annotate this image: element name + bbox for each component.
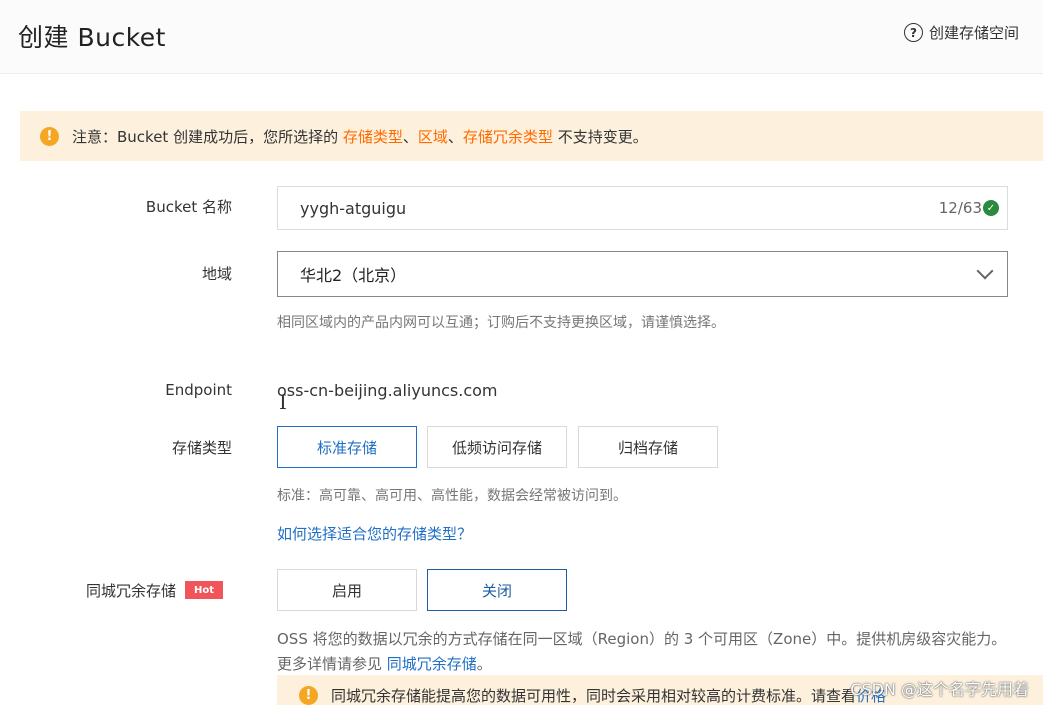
bucket-name-input[interactable]: yygh-atguigu 12/63 ✓: [277, 186, 1008, 230]
redundancy-option-disable[interactable]: 关闭: [427, 569, 567, 611]
immutable-settings-notice: ! 注意：Bucket 创建成功后，您所选择的 存储类型、区域、存储冗余类型 不…: [20, 111, 1043, 161]
storage-option-standard[interactable]: 标准存储: [277, 426, 417, 468]
bucket-name-label: Bucket 名称: [145, 198, 232, 216]
region-select-value: 华北2（北京）: [300, 266, 407, 285]
storage-class-help-link[interactable]: 如何选择适合您的存储类型？: [277, 523, 472, 544]
csdn-watermark: CSDN @这个名字先用着: [850, 680, 1029, 699]
create-bucket-help-link[interactable]: ? 创建存储空间: [903, 22, 1019, 43]
page-header: 创建 Bucket ? 创建存储空间: [0, 0, 1043, 74]
redundancy-description: OSS 将您的数据以冗余的方式存储在同一区域（Region）的 3 个可用区（Z…: [277, 630, 1007, 673]
text-cursor-icon: I: [279, 390, 287, 414]
redundancy-option-enable[interactable]: 启用: [277, 569, 417, 611]
storage-class-hint: 标准：高可靠、高可用、高性能，数据会经常被访问到。: [277, 488, 627, 504]
storage-option-ia[interactable]: 低频访问存储: [427, 426, 567, 468]
hot-badge: Hot: [185, 581, 223, 599]
check-circle-icon: ✓: [983, 200, 999, 216]
page-title: 创建 Bucket: [18, 23, 166, 52]
endpoint-value: oss-cn-beijing.aliyuncs.com: [277, 381, 498, 400]
endpoint-label: Endpoint: [165, 381, 232, 399]
storage-option-archive[interactable]: 归档存储: [578, 426, 718, 468]
redundancy-doc-link[interactable]: 同城冗余存储: [387, 655, 477, 673]
bucket-name-value: yygh-atguigu: [300, 198, 407, 218]
region-label: 地域: [201, 265, 232, 283]
region-select[interactable]: 华北2（北京）: [277, 251, 1008, 297]
redundancy-label: 同城冗余存储: [85, 582, 176, 600]
question-circle-icon: ?: [903, 23, 923, 42]
notice-text: 注意：Bucket 创建成功后，您所选择的 存储类型、区域、存储冗余类型 不支持…: [72, 127, 648, 146]
storage-class-label: 存储类型: [171, 439, 232, 457]
region-hint: 相同区域内的产品内网可以互通；订购后不支持更换区域，请谨慎选择。: [277, 315, 725, 331]
warning-icon: !: [40, 126, 59, 146]
warning-icon: !: [299, 685, 318, 705]
chevron-down-icon: [976, 262, 994, 280]
bucket-name-counter: 12/63 ✓: [939, 199, 999, 217]
help-link-label: 创建存储空间: [928, 24, 1019, 42]
